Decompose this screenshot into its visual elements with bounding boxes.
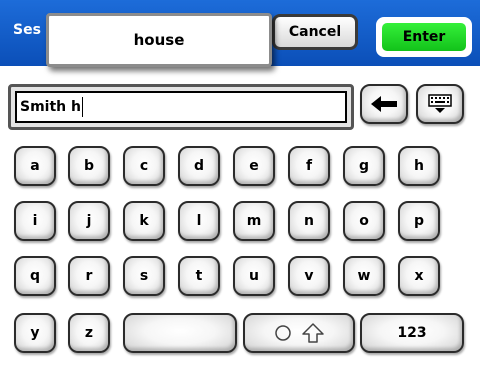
autocomplete-suggestion[interactable]: house [46, 13, 272, 67]
key-v[interactable]: v [288, 256, 330, 296]
text-input-frame: Smith h [8, 84, 354, 130]
key-f[interactable]: f [288, 146, 330, 186]
text-input-value: Smith h [20, 99, 81, 115]
key-m[interactable]: m [233, 201, 275, 241]
key-x[interactable]: x [398, 256, 440, 296]
key-s[interactable]: s [123, 256, 165, 296]
enter-button-label: Enter [382, 23, 466, 51]
key-y[interactable]: y [14, 313, 56, 353]
shift-key[interactable] [243, 313, 355, 353]
key-t[interactable]: t [178, 256, 220, 296]
key-h[interactable]: h [398, 146, 440, 186]
key-p[interactable]: p [398, 201, 440, 241]
toggle-circle-icon [275, 325, 291, 341]
backspace-key[interactable] [360, 84, 408, 124]
enter-button[interactable]: Enter [376, 17, 472, 57]
key-u[interactable]: u [233, 256, 275, 296]
key-r[interactable]: r [68, 256, 110, 296]
key-w[interactable]: w [343, 256, 385, 296]
key-n[interactable]: n [288, 201, 330, 241]
text-caret [81, 97, 83, 117]
numeric-key[interactable]: 123 [360, 313, 464, 353]
key-e[interactable]: e [233, 146, 275, 186]
session-label: Ses [13, 22, 41, 38]
key-b[interactable]: b [68, 146, 110, 186]
key-g[interactable]: g [343, 146, 385, 186]
key-o[interactable]: o [343, 201, 385, 241]
key-c[interactable]: c [123, 146, 165, 186]
key-z[interactable]: z [68, 313, 110, 353]
key-k[interactable]: k [123, 201, 165, 241]
key-l[interactable]: l [178, 201, 220, 241]
key-d[interactable]: d [178, 146, 220, 186]
key-q[interactable]: q [14, 256, 56, 296]
hide-keyboard-key[interactable] [416, 84, 464, 124]
shift-icon [302, 323, 324, 343]
key-j[interactable]: j [68, 201, 110, 241]
key-a[interactable]: a [14, 146, 56, 186]
keyboard-hide-icon [428, 94, 452, 113]
text-input[interactable]: Smith h [15, 91, 347, 123]
cancel-button[interactable]: Cancel [272, 14, 358, 50]
key-i[interactable]: i [14, 201, 56, 241]
space-key[interactable] [123, 313, 237, 353]
backspace-arrow-icon [371, 96, 397, 112]
